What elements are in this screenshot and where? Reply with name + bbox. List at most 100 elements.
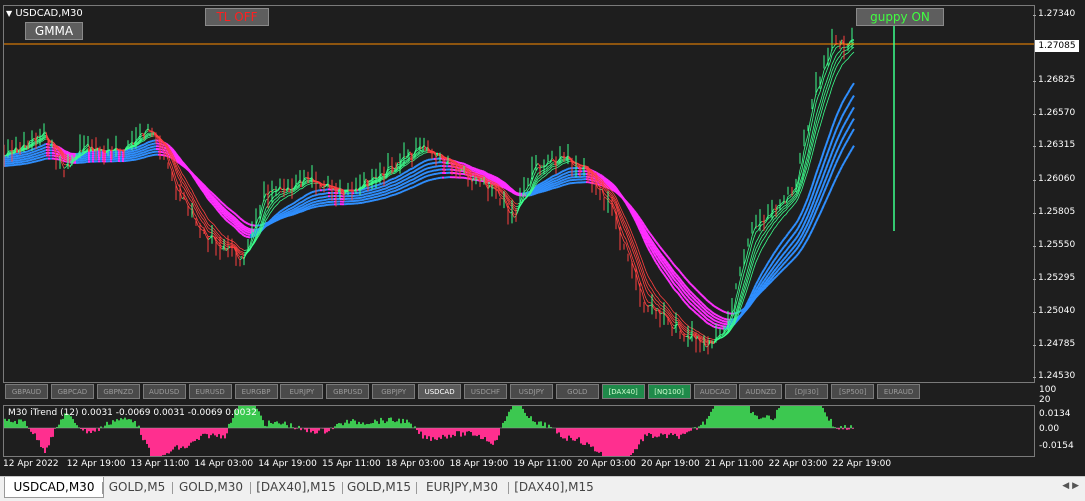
gmma-short-segment <box>542 177 544 178</box>
gmma-long-segment <box>564 173 566 174</box>
gmma-long-segment <box>688 281 690 283</box>
gmma-short-segment <box>656 296 658 298</box>
gmma-long-segment <box>768 267 770 270</box>
gmma-short-segment <box>216 232 218 234</box>
gmma-long-segment <box>418 179 420 180</box>
gmma-long-segment <box>698 299 700 301</box>
gmma-long-segment <box>712 315 714 317</box>
gmma-long-segment <box>688 289 690 291</box>
gmma-long-segment <box>704 312 706 314</box>
gmma-long-segment <box>498 182 500 183</box>
gmma-short-segment <box>752 248 754 255</box>
gmma-long-segment <box>406 189 408 190</box>
gmma-long-segment <box>782 263 784 265</box>
gmma-long-segment <box>44 159 46 160</box>
gmma-long-segment <box>268 222 270 223</box>
gmma-short-segment <box>416 155 418 156</box>
gmma-short-segment <box>278 197 280 200</box>
gmma-long-segment <box>708 320 710 321</box>
gmma-short-segment <box>640 272 642 277</box>
gmma-long-segment <box>304 208 306 209</box>
gmma-long-segment <box>404 176 406 177</box>
gmma-short-segment <box>682 331 684 333</box>
gmma-long-segment <box>772 261 774 264</box>
gmma-long-segment <box>706 318 708 320</box>
gmma-long-segment <box>28 158 30 159</box>
gmma-short-segment <box>646 299 648 302</box>
gmma-short-segment <box>214 229 216 232</box>
gmma-long-segment <box>814 185 816 191</box>
gmma-long-segment <box>246 231 248 232</box>
gmma-short-segment <box>788 195 790 196</box>
gmma-long-segment <box>712 312 714 314</box>
gmma-short-segment <box>646 279 648 284</box>
gmma-long-segment <box>226 211 228 213</box>
gmma-long-segment <box>808 192 810 198</box>
gmma-long-segment <box>388 183 390 184</box>
gmma-long-segment <box>476 171 478 172</box>
gmma-short-segment <box>838 61 840 64</box>
gmma-short-segment <box>612 191 614 194</box>
gmma-long-segment <box>44 150 46 151</box>
gmma-long-segment <box>532 194 534 195</box>
gmma-long-segment <box>386 190 388 191</box>
gmma-long-segment <box>32 157 34 158</box>
gmma-long-segment <box>432 167 434 168</box>
gmma-long-segment <box>28 163 30 164</box>
gmma-long-segment <box>800 241 802 244</box>
gmma-short-segment <box>816 109 818 116</box>
gmma-short-segment <box>822 103 824 110</box>
gmma-long-segment <box>404 183 406 184</box>
gmma-long-segment <box>658 260 660 263</box>
gmma-long-segment <box>142 147 144 148</box>
gmma-long-segment <box>804 242 806 245</box>
gmma-long-segment <box>296 200 298 201</box>
gmma-long-segment <box>394 181 396 182</box>
gmma-short-segment <box>294 192 296 194</box>
gmma-long-segment <box>656 242 658 245</box>
gmma-short-segment <box>746 258 748 266</box>
gmma-long-segment <box>660 247 662 249</box>
gmma-long-segment <box>220 201 222 203</box>
gmma-short-segment <box>538 175 540 176</box>
gmma-long-segment <box>722 311 724 312</box>
gmma-long-segment <box>810 197 812 202</box>
gmma-long-segment <box>390 192 392 193</box>
gmma-long-segment <box>40 149 42 150</box>
gmma-long-segment <box>248 228 250 229</box>
gmma-long-segment <box>384 191 386 192</box>
gmma-long-segment <box>704 297 706 299</box>
gmma-long-segment <box>232 222 234 224</box>
gmma-short-segment <box>604 193 606 195</box>
gmma-short-segment <box>754 254 756 260</box>
gmma-short-segment <box>218 230 220 232</box>
gmma-long-segment <box>840 166 842 170</box>
gmma-long-segment <box>314 202 316 203</box>
gmma-long-segment <box>686 303 688 305</box>
gmma-long-segment <box>690 295 692 297</box>
gmma-long-segment <box>302 201 304 202</box>
gmma-long-segment <box>514 193 516 194</box>
gmma-long-segment <box>314 195 316 196</box>
gmma-long-segment <box>140 155 142 156</box>
gmma-long-segment <box>810 214 812 219</box>
gmma-short-segment <box>184 176 186 179</box>
gmma-long-segment <box>804 233 806 237</box>
price-chart[interactable] <box>4 6 1034 382</box>
main-chart-pane[interactable] <box>3 5 1035 383</box>
gmma-long-segment <box>292 214 294 215</box>
gmma-short-segment <box>810 113 812 122</box>
gmma-long-segment <box>396 190 398 191</box>
gmma-long-segment <box>432 179 434 180</box>
gmma-long-segment <box>830 128 832 134</box>
gmma-long-segment <box>850 86 852 89</box>
gmma-short-segment <box>766 227 768 230</box>
gmma-long-segment <box>658 244 660 247</box>
gmma-long-segment <box>840 150 842 154</box>
gmma-long-segment <box>788 239 790 242</box>
gmma-long-segment <box>210 191 212 193</box>
gmma-short-segment <box>806 143 808 150</box>
gmma-long-segment <box>678 293 680 296</box>
gmma-long-segment <box>704 305 706 307</box>
gmma-long-segment <box>144 154 146 155</box>
